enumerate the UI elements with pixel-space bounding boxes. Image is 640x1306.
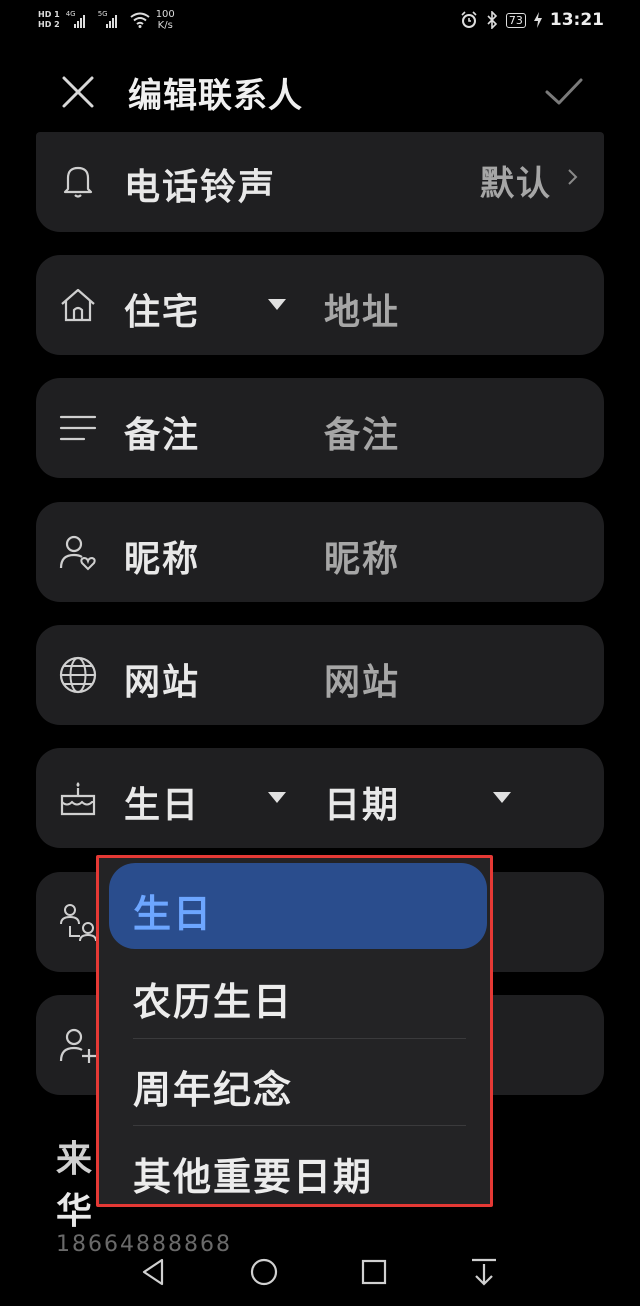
menu-option-lunar-birthday[interactable]: 农历生日 [109, 951, 487, 1037]
header: 编辑联系人 [0, 56, 640, 128]
person-heart-icon [59, 535, 96, 571]
menu-option-anniversary[interactable]: 周年纪念 [109, 1039, 487, 1125]
nickname-row[interactable]: 昵称 昵称 [36, 502, 604, 602]
check-icon[interactable] [544, 72, 584, 112]
bell-icon [63, 166, 93, 198]
ringtone-row[interactable]: 电话铃声 默认 [36, 132, 604, 232]
source-label: 来 [56, 1139, 93, 1180]
alarm-icon [461, 11, 477, 28]
wifi-icon [130, 12, 150, 28]
menu-option-other-date[interactable]: 其他重要日期 [109, 1126, 487, 1212]
signal-icon: 5G [98, 10, 124, 28]
menu-option-label: 生日 [133, 892, 214, 936]
account-label: 华 [56, 1191, 93, 1232]
menu-option-label: 周年纪念 [133, 1068, 294, 1112]
bluetooth-icon [487, 11, 498, 29]
website-row[interactable]: 网站 网站 [36, 625, 604, 725]
cake-icon [60, 782, 96, 816]
status-bar: HD 1 HD 2 4G 5G 100 K/s 73 13:21 [0, 0, 640, 40]
globe-icon [59, 656, 97, 694]
battery-indicator: 73 [505, 12, 526, 28]
relation-icon [60, 904, 97, 942]
navigation-bar [0, 1240, 640, 1306]
nickname-label: 昵称 [124, 539, 201, 580]
ringtone-value: 默认 [480, 164, 552, 204]
date-type-dropdown-menu: 生日 农历生日 周年纪念 其他重要日期 [96, 855, 493, 1207]
nickname-field[interactable]: 昵称 [324, 530, 400, 582]
address-type-label[interactable]: 住宅 [124, 283, 200, 335]
network-speed: 100 K/s [156, 9, 175, 31]
address-row[interactable]: 住宅 地址 [36, 255, 604, 355]
address-type-dropdown-icon[interactable] [268, 299, 286, 310]
charging-icon [533, 12, 542, 28]
page-title: 编辑联系人 [128, 76, 303, 116]
close-icon[interactable] [58, 72, 98, 112]
note-row[interactable]: 备注 备注 [36, 378, 604, 478]
notification-pulldown-icon[interactable] [466, 1254, 502, 1290]
date-field[interactable]: 日期 [324, 776, 400, 828]
clock: 13:21 [549, 10, 604, 30]
home-button-icon[interactable] [246, 1254, 282, 1290]
note-label: 备注 [124, 415, 201, 456]
ringtone-label: 电话铃声 [124, 167, 277, 208]
chevron-right-icon [568, 169, 578, 185]
date-type-dropdown-icon[interactable] [268, 792, 286, 803]
menu-option-label: 其他重要日期 [133, 1155, 374, 1199]
net-speed-value: 100 [155, 9, 175, 20]
sim1-label: HD 1 [38, 10, 60, 19]
back-icon[interactable] [136, 1254, 172, 1290]
note-field[interactable]: 备注 [324, 406, 400, 458]
net-speed-unit: K/s [157, 20, 173, 31]
menu-option-label: 农历生日 [133, 980, 294, 1024]
menu-option-birthday[interactable]: 生日 [109, 863, 487, 949]
date-picker-dropdown-icon[interactable] [493, 792, 511, 803]
date-type-label[interactable]: 生日 [124, 776, 200, 828]
website-field[interactable]: 网站 [324, 653, 400, 705]
website-label: 网站 [124, 662, 201, 703]
home-icon [61, 288, 95, 322]
person-add-icon [59, 1028, 96, 1063]
address-field[interactable]: 地址 [324, 283, 400, 335]
sim-indicator: HD 1 HD 2 [38, 10, 60, 30]
recents-icon[interactable] [356, 1254, 392, 1290]
signal-icon: 4G [66, 10, 92, 28]
birthday-row[interactable]: 生日 日期 [36, 748, 604, 848]
notes-icon [59, 415, 97, 441]
sim2-label: HD 2 [38, 20, 60, 29]
